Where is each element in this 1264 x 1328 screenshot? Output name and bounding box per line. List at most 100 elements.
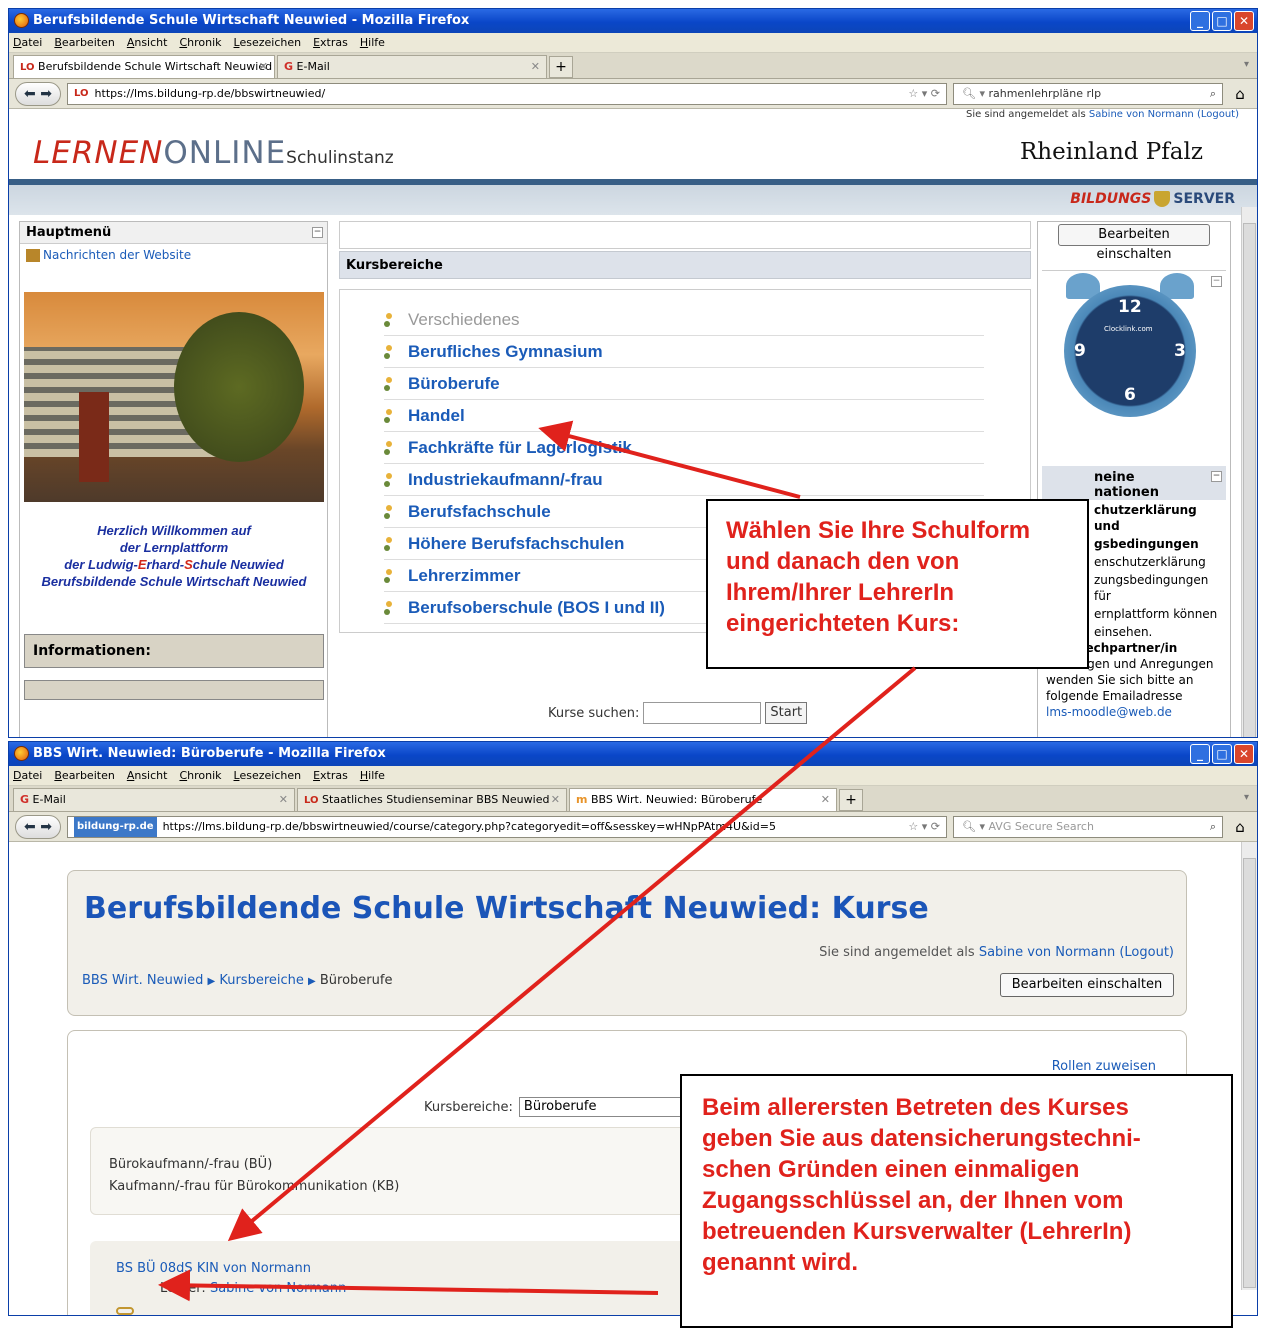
menu-lesezeichen[interactable]: Lesezeichen [234, 33, 302, 52]
bookmark-star-icon[interactable]: ☆ ▾ ⟳ [908, 84, 946, 104]
tab-bbs[interactable]: LO Berufsbildende Schule Wirtschaft Neuw… [13, 55, 275, 78]
logout-link[interactable]: (Logout) [1197, 109, 1239, 120]
menu-ansicht[interactable]: Ansicht [127, 766, 168, 785]
url-bar[interactable]: LO https://lms.bildung-rp.de/bbswirtneuw… [67, 82, 947, 105]
category-item[interactable]: Berufliches Gymnasium [384, 336, 984, 368]
category-icon [384, 504, 398, 519]
user-link[interactable]: Sabine von Normann [979, 945, 1115, 960]
scrollbar-thumb[interactable] [1243, 858, 1256, 1288]
minimize-button[interactable]: _ [1190, 744, 1210, 764]
collapse-icon[interactable]: − [1211, 276, 1222, 287]
search-input[interactable]: 🔍︎ ▾ AVG Secure Search ⌕ [953, 815, 1223, 838]
search-go-icon[interactable]: ⌕ [1210, 84, 1216, 104]
window-title: BBS Wirt. Neuwied: Büroberufe - Mozilla … [33, 746, 386, 761]
close-button[interactable]: ✕ [1234, 744, 1254, 764]
menu-bearbeiten[interactable]: Bearbeiten [54, 33, 114, 52]
page-header: Berufsbildende Schule Wirtschaft Neuwied… [67, 870, 1187, 1016]
menu-datei[interactable]: Datei [13, 33, 42, 52]
category-icon [384, 440, 398, 455]
email-link[interactable]: lms-moodle@web.de [1042, 704, 1226, 720]
minimize-button[interactable]: _ [1190, 11, 1210, 31]
callout-line: Beim allerersten Betreten des Kurses [702, 1094, 1129, 1121]
course-search-input[interactable] [643, 702, 762, 724]
close-tab-icon[interactable]: ✕ [259, 56, 268, 78]
search-input[interactable]: 🔍︎ ▾ rahmenlehrpläne rlp ⌕ [953, 82, 1223, 105]
welcome-line: Berufsbildende Schule Wirtschaft Neuwied [41, 574, 307, 589]
maximize-button[interactable]: □ [1212, 744, 1232, 764]
teacher-link[interactable]: Sabine von Normann [210, 1281, 346, 1296]
breadcrumb-home[interactable]: BBS Wirt. Neuwied [82, 973, 203, 988]
school-photo [24, 292, 324, 502]
search-go-icon[interactable]: ⌕ [1210, 817, 1216, 837]
edit-on-button[interactable]: Bearbeiten einschalten [1000, 973, 1174, 997]
home-icon[interactable]: ⌂ [1229, 818, 1251, 836]
tab-email[interactable]: G E-Mail ✕ [277, 55, 547, 78]
callout-line: Zugangsschlüssel an, der Ihnen vom [702, 1187, 1124, 1214]
category-item[interactable]: Handel [384, 400, 984, 432]
bildungsserver-logo[interactable]: BILDUNGS SERVER [1070, 191, 1235, 207]
new-tab-button[interactable]: + [549, 56, 573, 78]
tab-list-icon[interactable]: ▾ [1244, 59, 1249, 70]
category-item[interactable]: Fachkräfte für Lagerlogistik [384, 432, 984, 464]
menu-datei[interactable]: Datei [13, 766, 42, 785]
back-forward-button[interactable]: ⬅ ➡ [15, 814, 61, 839]
news-icon [26, 249, 40, 262]
new-tab-button[interactable]: + [839, 789, 863, 811]
menu-chronik[interactable]: Chronik [179, 766, 221, 785]
close-tab-icon[interactable]: ✕ [821, 789, 830, 811]
site-identity-icon[interactable]: bildung-rp.de [74, 816, 157, 837]
category-item[interactable]: Verschiedenes [384, 304, 984, 336]
informationen-block[interactable]: Informationen: [24, 634, 324, 668]
menu-chronik[interactable]: Chronik [179, 33, 221, 52]
course-link[interactable]: BS BÜ 08dS KIN von Normann [116, 1261, 311, 1276]
tab-studienseminar[interactable]: LO Staatliches Studienseminar BBS Neuwie… [297, 788, 567, 811]
category-item[interactable]: Industriekaufmann/-frau [384, 464, 984, 496]
category-icon [384, 376, 398, 391]
course-search: Kurse suchen: Start [548, 702, 808, 724]
scrollbar-thumb[interactable] [1243, 223, 1256, 737]
tab-label: Staatliches Studienseminar BBS Neuwied [322, 793, 550, 806]
scrollbar[interactable] [1241, 207, 1257, 737]
menu-extras[interactable]: Extras [313, 766, 348, 785]
category-select-label: Kursbereiche: [424, 1099, 513, 1115]
menu-extras[interactable]: Extras [313, 33, 348, 52]
assign-roles-link[interactable]: Rollen zuweisen [1052, 1059, 1156, 1074]
tab-label: Berufsbildende Schule Wirtschaft Neuwied [38, 60, 273, 73]
close-button[interactable]: ✕ [1234, 11, 1254, 31]
news-link[interactable]: Nachrichten der Website [20, 244, 327, 266]
top-box [339, 221, 1031, 249]
category-icon [384, 312, 398, 327]
url-bar[interactable]: bildung-rp.de https://lms.bildung-rp.de/… [67, 815, 947, 838]
menu-ansicht[interactable]: Ansicht [127, 33, 168, 52]
tab-bueroberufe[interactable]: m BBS Wirt. Neuwied: Büroberufe ✕ [569, 788, 837, 811]
menu-bearbeiten[interactable]: Bearbeiten [54, 766, 114, 785]
logout-link[interactable]: (Logout) [1119, 945, 1174, 960]
url-text: https://lms.bildung-rp.de/bbswirtneuwied… [94, 86, 326, 100]
menu-hilfe[interactable]: Hilfe [360, 766, 385, 785]
breadcrumb-kursbereiche[interactable]: Kursbereiche [219, 973, 304, 988]
category-item[interactable]: Büroberufe [384, 368, 984, 400]
collapse-icon[interactable]: − [1211, 471, 1222, 482]
start-button[interactable]: Start [765, 702, 808, 724]
gmx-icon: G [20, 793, 30, 806]
menu-lesezeichen[interactable]: Lesezeichen [234, 766, 302, 785]
back-forward-button[interactable]: ⬅ ➡ [15, 81, 61, 106]
navigation-bar: ⬅ ➡ bildung-rp.de https://lms.bildung-rp… [9, 812, 1257, 842]
menu-hilfe[interactable]: Hilfe [360, 33, 385, 52]
home-icon[interactable]: ⌂ [1229, 85, 1251, 103]
tab-label: BBS Wirt. Neuwied: Büroberufe [590, 793, 763, 806]
close-tab-icon[interactable]: ✕ [531, 56, 540, 78]
bookmark-star-icon[interactable]: ☆ ▾ ⟳ [908, 817, 946, 837]
collapse-icon[interactable]: − [312, 227, 323, 238]
tab-list-icon[interactable]: ▾ [1244, 792, 1249, 803]
tab-email[interactable]: G E-Mail ✕ [13, 788, 295, 811]
edit-on-button[interactable]: Bearbeiten einschalten [1058, 224, 1210, 262]
close-tab-icon[interactable]: ✕ [551, 789, 560, 811]
close-tab-icon[interactable]: ✕ [279, 789, 288, 811]
info-header: neine nationen − [1042, 466, 1226, 500]
scrollbar[interactable] [1241, 842, 1257, 1290]
maximize-button[interactable]: □ [1212, 11, 1232, 31]
lernenonline-logo[interactable]: LERNENONLINESchulinstanz [33, 135, 394, 171]
user-link[interactable]: Sabine von Normann [1089, 109, 1194, 120]
clock-icon: 12 3 6 9 Clocklink.com [1064, 285, 1196, 417]
